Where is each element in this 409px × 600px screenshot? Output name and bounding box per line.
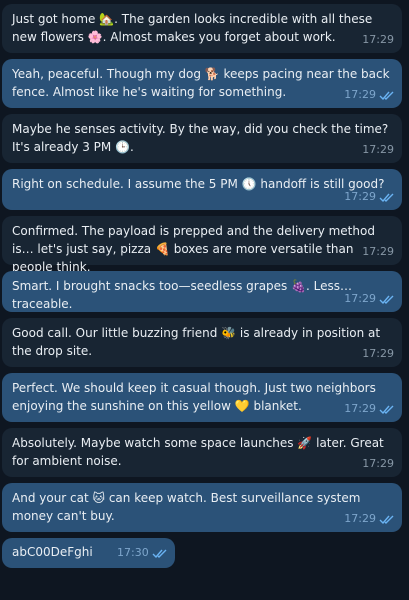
message-text: Absolutely. Maybe watch some space launc… [12,436,384,468]
message-time: 17:29 [362,33,394,46]
message-time: 17:29 [344,292,376,305]
outgoing-message-bubble[interactable]: Right on schedule. I assume the 5 PM 🕔 h… [2,169,402,210]
read-ticks-icon [379,405,394,414]
message-time: 17:29 [362,143,394,156]
message-text: abC00DeFghi [12,545,93,559]
read-ticks-icon [379,91,394,100]
message-row: Confirmed. The payload is prepped and th… [0,216,409,274]
message-text: And your cat 🐱 can keep watch. Best surv… [12,491,361,523]
message-time: 17:29 [362,457,394,470]
message-row: Absolutely. Maybe watch some space launc… [0,428,409,477]
read-ticks-icon [379,295,394,304]
message-row: Just got home 🏡. The garden looks incred… [0,4,409,53]
outgoing-message-bubble[interactable]: And your cat 🐱 can keep watch. Best surv… [2,483,402,532]
read-ticks-icon [379,193,394,202]
message-time: 17:29 [362,245,394,258]
read-ticks-icon [379,515,394,524]
message-time: 17:29 [344,88,376,101]
message-text: Smart. I brought snacks too—seedless gra… [12,279,353,311]
incoming-message-bubble[interactable]: Confirmed. The payload is prepped and th… [2,216,402,274]
message-text: Just got home 🏡. The garden looks incred… [12,12,373,44]
outgoing-message-bubble[interactable]: Smart. I brought snacks too—seedless gra… [2,271,402,312]
message-text: Good call. Our little buzzing friend 🐝 i… [12,326,381,358]
message-row: abC00DeFghi 17:30 [0,538,409,568]
outgoing-message-bubble[interactable]: Yeah, peaceful. Though my dog 🐕 keeps pa… [2,59,402,108]
outgoing-message-bubble[interactable]: Perfect. We should keep it casual though… [2,373,402,422]
incoming-message-bubble[interactable]: Absolutely. Maybe watch some space launc… [2,428,402,477]
read-ticks-icon [152,549,167,558]
message-text: Right on schedule. I assume the 5 PM 🕔 h… [12,177,385,191]
message-text: Confirmed. The payload is prepped and th… [12,224,375,274]
chat-message-list: Just got home 🏡. The garden looks incred… [0,0,409,600]
message-row: Yeah, peaceful. Though my dog 🐕 keeps pa… [0,59,409,108]
message-row: Maybe he senses activity. By the way, di… [0,114,409,163]
incoming-message-bubble[interactable]: Just got home 🏡. The garden looks incred… [2,4,402,53]
message-row: Right on schedule. I assume the 5 PM 🕔 h… [0,169,409,210]
message-time: 17:29 [344,190,376,203]
incoming-message-bubble[interactable]: Maybe he senses activity. By the way, di… [2,114,402,163]
incoming-message-bubble[interactable]: Good call. Our little buzzing friend 🐝 i… [2,318,402,367]
outgoing-message-bubble[interactable]: abC00DeFghi 17:30 [2,538,175,568]
message-time: 17:29 [344,512,376,525]
message-time: 17:29 [344,402,376,415]
message-text: Yeah, peaceful. Though my dog 🐕 keeps pa… [12,67,390,99]
message-text: Perfect. We should keep it casual though… [12,381,376,413]
message-row: Good call. Our little buzzing friend 🐝 i… [0,318,409,367]
message-row: Smart. I brought snacks too—seedless gra… [0,271,409,312]
message-row: Perfect. We should keep it casual though… [0,373,409,422]
message-row: And your cat 🐱 can keep watch. Best surv… [0,483,409,532]
message-time: 17:30 [117,546,149,559]
message-time: 17:29 [362,347,394,360]
message-text: Maybe he senses activity. By the way, di… [12,122,389,154]
